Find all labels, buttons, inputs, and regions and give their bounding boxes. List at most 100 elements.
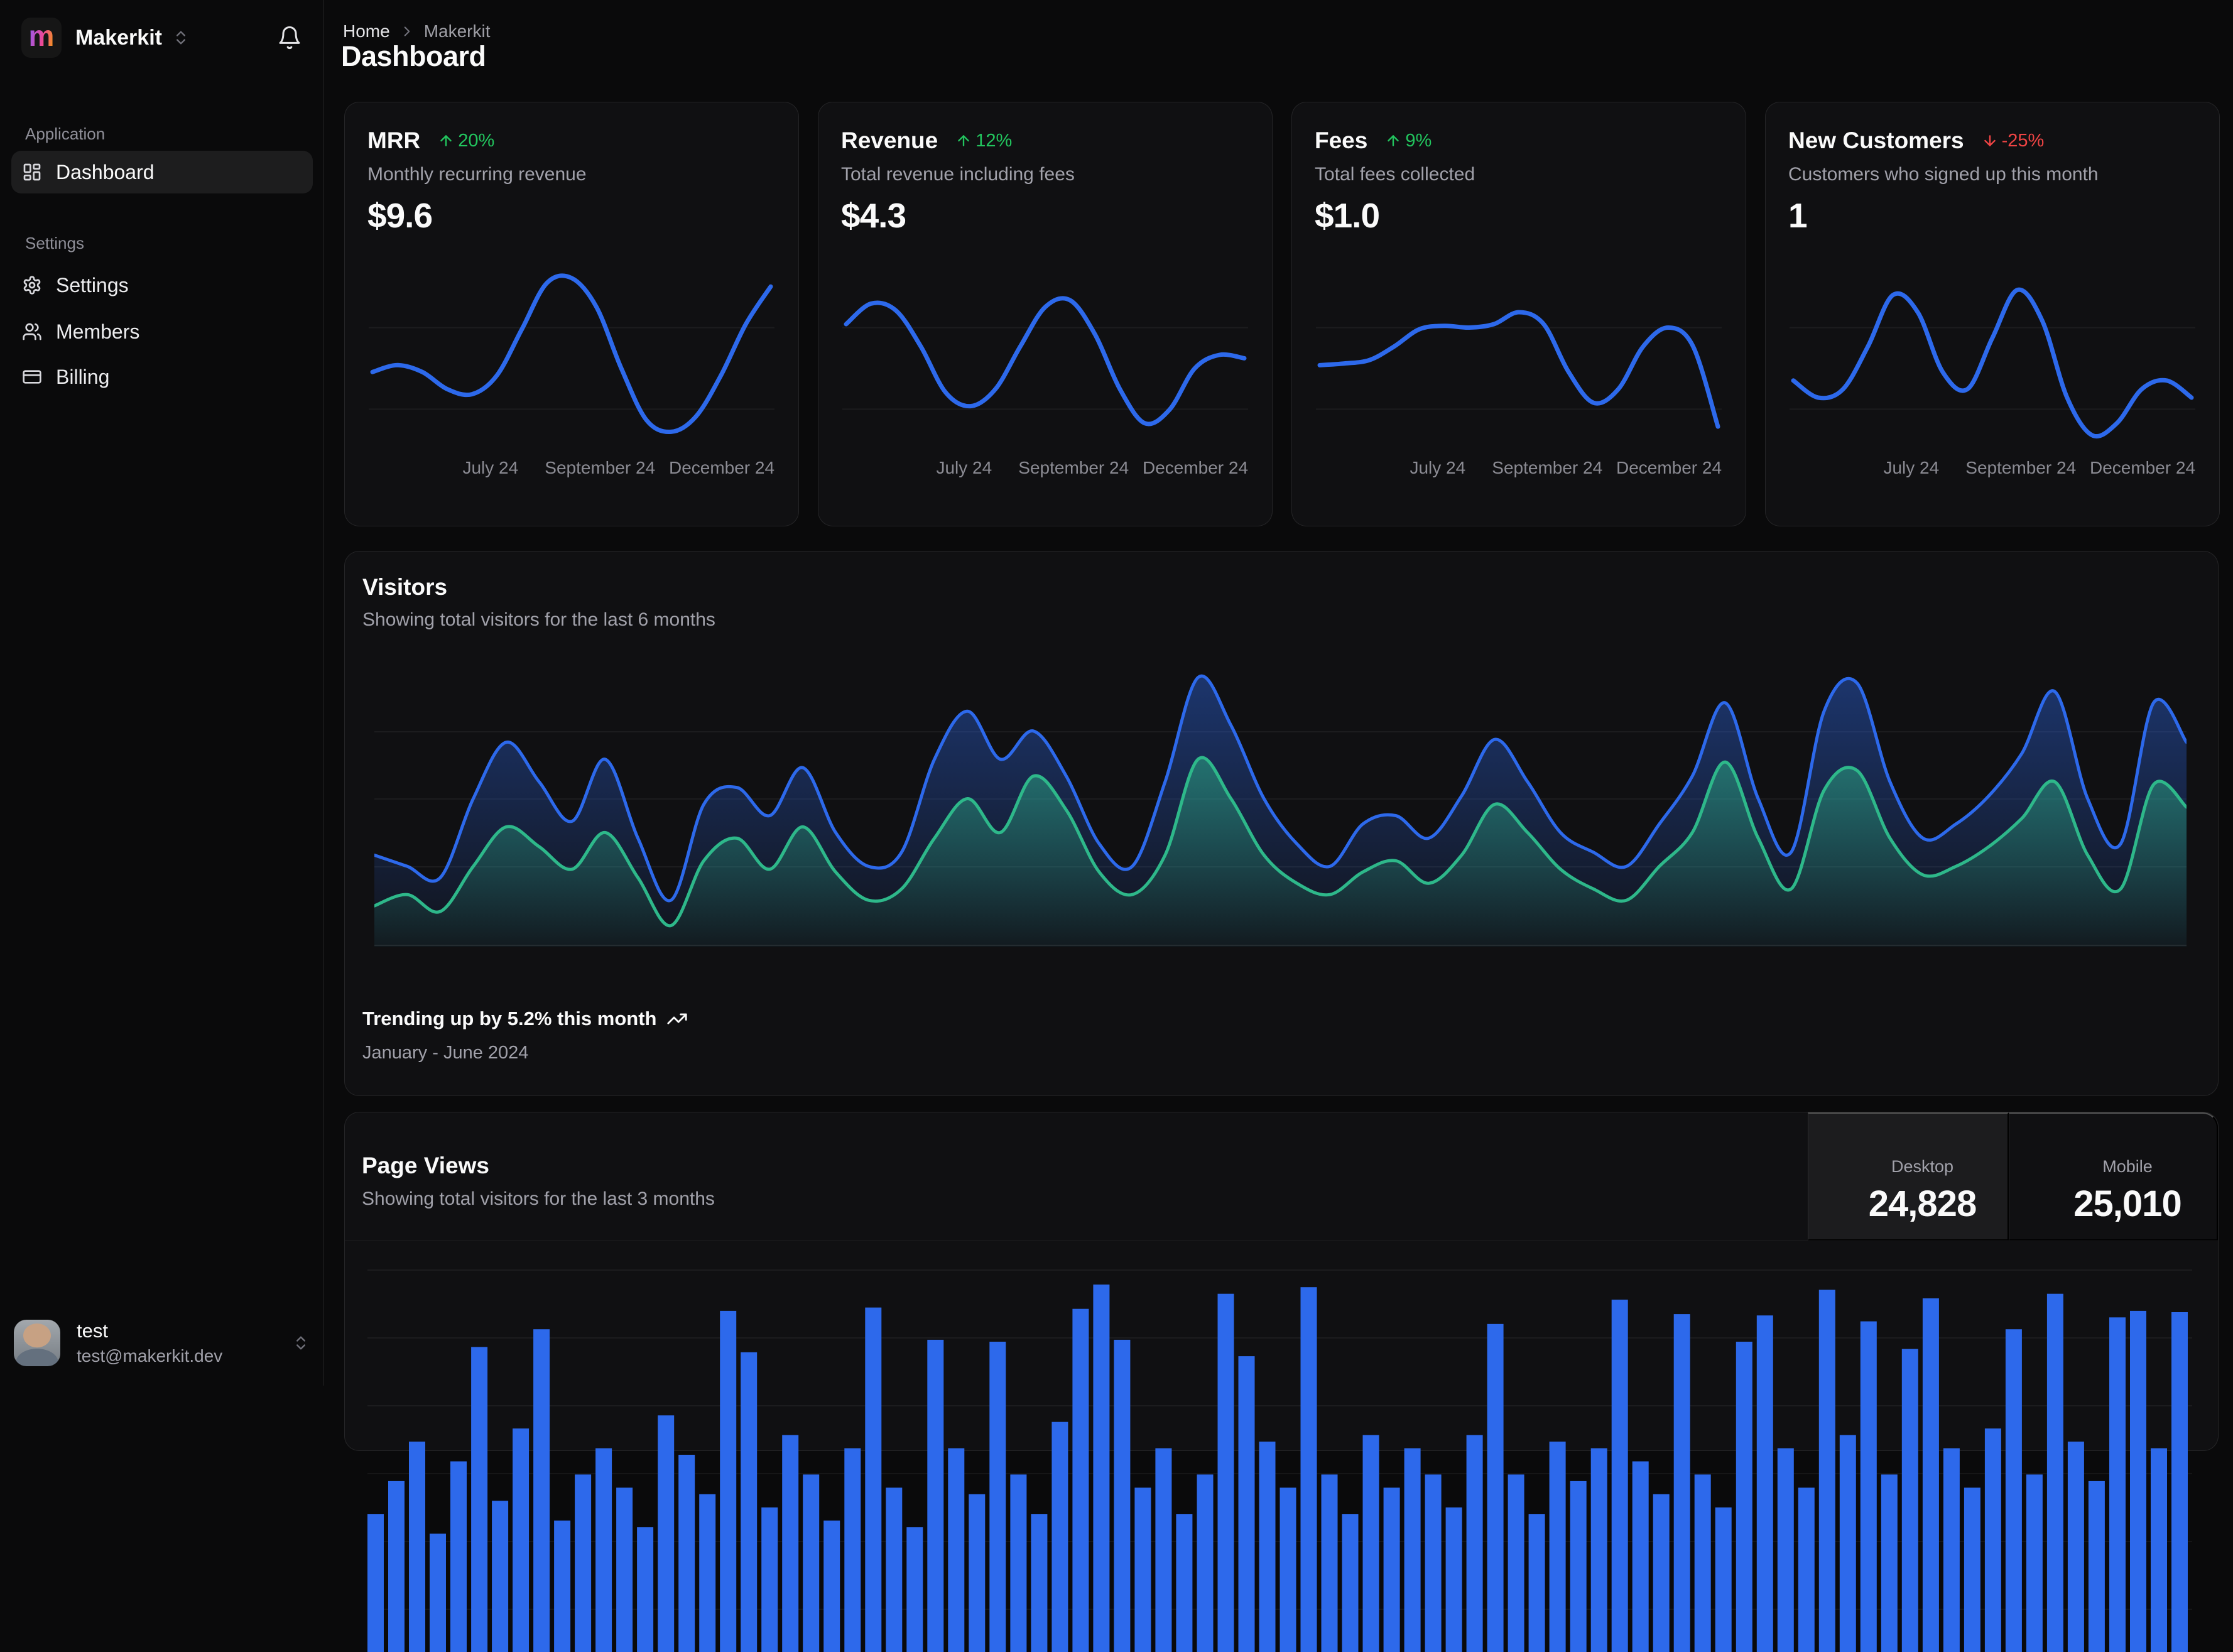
page-views-bar-chart xyxy=(367,1244,2192,1652)
x-tick: December 24 xyxy=(2090,458,2195,478)
stat-value: 1 xyxy=(1788,195,1807,236)
arrow-up-icon xyxy=(1385,133,1401,149)
stat-card-header: MRR 20% xyxy=(367,128,776,154)
trend-badge: 9% xyxy=(1385,131,1432,151)
visitors-title: Visitors xyxy=(362,574,447,600)
revenue-sparkline-chart xyxy=(842,264,1248,445)
toggle-value: 25,010 xyxy=(2038,1183,2217,1225)
stat-card-mrr: MRR 20% Monthly recurring revenue $9.6 J… xyxy=(344,102,799,526)
x-tick: September 24 xyxy=(1965,458,2076,478)
x-tick: July 24 xyxy=(462,458,518,478)
trending-up-icon xyxy=(666,1008,688,1030)
breadcrumb: Home Makerkit xyxy=(343,21,491,41)
stat-description: Total fees collected xyxy=(1315,164,1475,185)
user-menu[interactable]: test test@makerkit.dev xyxy=(14,1310,310,1376)
stat-title: Revenue xyxy=(841,128,938,154)
trend-badge: -25% xyxy=(1982,131,2045,151)
stat-value: $4.3 xyxy=(841,195,906,236)
x-tick: September 24 xyxy=(545,458,655,478)
stat-card-new-customers: New Customers -25% Customers who signed … xyxy=(1765,102,2220,526)
stat-title: MRR xyxy=(367,128,420,154)
user-meta: test test@makerkit.dev xyxy=(77,1320,222,1366)
toggle-mobile[interactable]: Mobile 25,010 xyxy=(2009,1112,2218,1241)
stat-card-header: Fees 9% xyxy=(1315,128,1723,154)
x-tick: September 24 xyxy=(1018,458,1129,478)
breadcrumb-current: Makerkit xyxy=(424,21,491,41)
sidebar-item-dashboard[interactable]: Dashboard xyxy=(11,151,313,193)
makerkit-logo: m xyxy=(21,18,62,58)
x-tick: July 24 xyxy=(936,458,992,478)
x-tick: July 24 xyxy=(1883,458,1939,478)
stat-card-revenue: Revenue 12% Total revenue including fees… xyxy=(818,102,1273,526)
trend-badge: 20% xyxy=(438,131,494,151)
sidebar-item-billing[interactable]: Billing xyxy=(11,356,313,398)
section-label-settings: Settings xyxy=(25,234,84,253)
mrr-sparkline-chart xyxy=(369,264,774,445)
toggle-label: Mobile xyxy=(2038,1157,2217,1177)
page-views-title: Page Views xyxy=(362,1153,489,1179)
workspace-name: Makerkit xyxy=(75,26,162,50)
x-tick: December 24 xyxy=(1616,458,1722,478)
sidebar-item-members[interactable]: Members xyxy=(11,310,313,353)
stat-description: Customers who signed up this month xyxy=(1788,164,2099,185)
stat-value: $1.0 xyxy=(1315,195,1379,236)
sidebar-item-settings[interactable]: Settings xyxy=(11,264,313,307)
fees-sparkline-chart xyxy=(1316,264,1722,445)
trend-value: 9% xyxy=(1405,131,1432,151)
x-tick: July 24 xyxy=(1410,458,1465,478)
toggle-desktop[interactable]: Desktop 24,828 xyxy=(1808,1112,2009,1241)
chevrons-up-down-icon xyxy=(292,1334,310,1352)
workspace-switcher[interactable]: m Makerkit xyxy=(21,15,302,60)
visitors-subtitle: Showing total visitors for the last 6 mo… xyxy=(362,609,715,631)
gear-icon xyxy=(22,275,42,295)
stat-title: New Customers xyxy=(1788,128,1964,154)
x-tick: December 24 xyxy=(669,458,774,478)
stat-card-header: New Customers -25% xyxy=(1788,128,2197,154)
credit-card-icon xyxy=(22,367,42,387)
x-axis-labels: July 24 September 24 December 24 xyxy=(842,458,1248,479)
footer-text: Trending up by 5.2% this month xyxy=(362,1008,656,1030)
arrow-down-icon xyxy=(1982,133,1998,149)
stat-card-header: Revenue 12% xyxy=(841,128,1249,154)
bell-icon xyxy=(277,25,302,50)
page-title: Dashboard xyxy=(341,40,486,73)
avatar xyxy=(14,1320,60,1366)
stat-title: Fees xyxy=(1315,128,1367,154)
stat-card-fees: Fees 9% Total fees collected $1.0 July 2… xyxy=(1291,102,1746,526)
visitors-card: Visitors Showing total visitors for the … xyxy=(344,551,2219,1096)
page-views-subtitle: Showing total visitors for the last 3 mo… xyxy=(362,1188,715,1210)
logo-letter: m xyxy=(29,21,55,50)
arrow-up-icon xyxy=(438,133,454,149)
trend-value: 20% xyxy=(458,131,494,151)
sidebar-item-label: Billing xyxy=(56,366,109,389)
sidebar: m Makerkit Application Dashboard Setting… xyxy=(0,0,324,1386)
sidebar-item-label: Settings xyxy=(56,274,129,297)
breadcrumb-home[interactable]: Home xyxy=(343,21,390,41)
x-tick: December 24 xyxy=(1143,458,1248,478)
users-icon xyxy=(22,322,42,342)
toggle-label: Desktop xyxy=(1837,1157,2008,1177)
x-axis-labels: July 24 September 24 December 24 xyxy=(1316,458,1722,479)
trend-value: -25% xyxy=(2002,131,2045,151)
stat-description: Monthly recurring revenue xyxy=(367,164,587,185)
user-email: test@makerkit.dev xyxy=(77,1346,222,1366)
visitors-footer-primary: Trending up by 5.2% this month xyxy=(362,1008,688,1030)
layout-dashboard-icon xyxy=(22,162,42,182)
sidebar-item-label: Members xyxy=(56,320,139,344)
chevrons-up-down-icon xyxy=(172,29,190,46)
toggle-value: 24,828 xyxy=(1837,1183,2008,1225)
visitors-footer-secondary: January - June 2024 xyxy=(362,1043,528,1063)
trend-badge: 12% xyxy=(955,131,1012,151)
user-name: test xyxy=(77,1320,222,1342)
visitors-area-chart xyxy=(374,660,2187,947)
dashboard-page: { "sidebar": { "workspace": { "logo_lett… xyxy=(0,0,2233,1386)
x-axis-labels: July 24 September 24 December 24 xyxy=(369,458,774,479)
notifications-button[interactable] xyxy=(277,25,302,50)
stat-value: $9.6 xyxy=(367,195,432,236)
sidebar-item-label: Dashboard xyxy=(56,161,155,184)
arrow-up-icon xyxy=(955,133,972,149)
x-axis-labels: July 24 September 24 December 24 xyxy=(1790,458,2195,479)
new-customers-sparkline-chart xyxy=(1790,264,2195,445)
stat-description: Total revenue including fees xyxy=(841,164,1075,185)
trend-value: 12% xyxy=(975,131,1012,151)
